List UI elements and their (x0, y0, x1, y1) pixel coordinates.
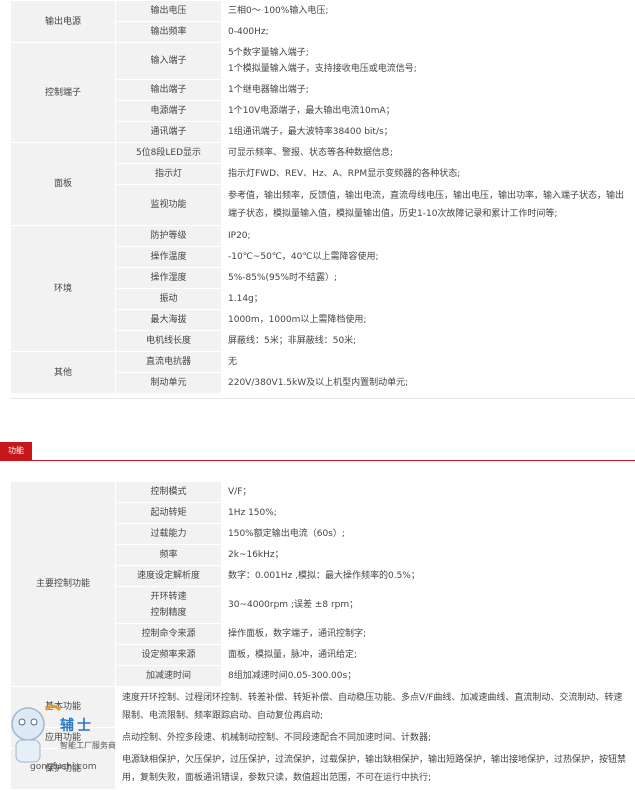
label-line: 开环转速 (150, 592, 187, 602)
param-value: 0-400Hz; (221, 21, 635, 43)
param-value: 1.14g； (221, 288, 635, 310)
category-control-terminals: 控制端子 (10, 42, 116, 143)
param-label: 5位8段LED显示 (115, 142, 222, 164)
param-value: 速度开环控制、过程闭环控制、转差补偿、转矩补偿、自动稳压功能、多点V/F曲线、加… (115, 686, 635, 728)
param-label: 通讯端子 (115, 121, 222, 143)
param-label: 输入端子 (115, 42, 222, 80)
param-value: 1000m，1000m以上需降档使用; (221, 309, 635, 331)
param-value: 8组加减速时间0.05-300.00s； (221, 665, 635, 687)
category-other: 其他 (10, 351, 116, 394)
param-label: 电机线长度 (115, 330, 222, 352)
category-output-power: 输出电源 (10, 0, 116, 43)
param-label: 电源端子 (115, 100, 222, 122)
param-label: 过载能力 (115, 523, 222, 545)
param-value: IP20; (221, 225, 635, 247)
param-value: 操作面板，数字端子，通讯控制字; (221, 623, 635, 645)
param-value: 可显示频率、警报、状态等各种数据信息; (221, 142, 635, 164)
param-value: V/F； (221, 481, 635, 503)
table-row: 环境 防护等级 IP20; (10, 225, 635, 352)
value-line: 1个模拟量输入端子，支持接收电压或电流信号; (228, 64, 417, 74)
param-label: 加减速时间 (115, 665, 222, 687)
param-value: 参考值，输出频率，反馈值，输出电流，直流母线电压，输出电压，输出功率，输入端子状… (221, 184, 635, 226)
table-row: 控制端子 输入端子 5个数字量输入端子; 1个模拟量输入端子，支持接收电压或电流… (10, 42, 635, 143)
param-value: 无 (221, 351, 635, 373)
param-value: 屏蔽线：5米；非屏蔽线：50米; (221, 330, 635, 352)
param-value: 150%额定输出电流（60s）; (221, 523, 635, 545)
param-label: 起动转矩 (115, 502, 222, 524)
param-label: 输出频率 (115, 21, 222, 43)
param-label: 最大海拔 (115, 309, 222, 331)
param-value: 2k~16kHz； (221, 544, 635, 566)
table-row: 其他 直流电抗器 无 (10, 351, 635, 394)
param-label: 指示灯 (115, 163, 222, 185)
category-panel: 面板 (10, 142, 116, 226)
watermark-tagline: 智能工厂服务商 (60, 741, 116, 750)
param-value: 1Hz 150%; (221, 502, 635, 524)
param-value: 1组通讯端子，最大波特率38400 bit/s； (221, 121, 635, 143)
category-main-control: 主要控制功能 (10, 481, 116, 687)
param-value: 1个继电器输出端子; (221, 79, 635, 101)
table-row: 输出电源 输出电压 三相0～ 100%输入电压; (10, 0, 635, 43)
value-line: 5个数字量输入端子; (228, 48, 309, 58)
param-value: 5%-85%(95%时不结露）; (221, 267, 635, 289)
param-label: 振动 (115, 288, 222, 310)
table-row: 面板 5位8段LED显示 可显示频率、警报、状态等各种数据信息; (10, 142, 635, 226)
param-value: 三相0～ 100%输入电压; (221, 0, 635, 22)
param-value: 30~4000rpm ;误差 ±8 rpm； (221, 586, 635, 624)
param-label: 控制命令来源 (115, 623, 222, 645)
param-label: 防护等级 (115, 225, 222, 247)
param-value: -10℃~50℃，40℃以上需降容使用; (221, 246, 635, 268)
param-value: 指示灯FWD、REV、Hz、A、RPM显示变频器的各种状态; (221, 163, 635, 185)
watermark-brand: 辅士 (60, 718, 94, 734)
section-badge: 功能 (0, 442, 32, 460)
watermark-url: gongfushi.com (30, 762, 97, 772)
category-environment: 环境 (10, 225, 116, 352)
param-label: 直流电抗器 (115, 351, 222, 373)
param-value: 电源缺相保护，欠压保护，过压保护，过流保护，过载保护，输出缺相保护，输出短路保护… (115, 748, 635, 790)
table-row: 主要控制功能 控制模式 V/F； (10, 481, 635, 687)
param-label: 制动单元 (115, 372, 222, 394)
param-value: 5个数字量输入端子; 1个模拟量输入端子，支持接收电压或电流信号; (221, 42, 635, 80)
param-value: 220V/380V1.5kW及以上机型内置制动单元; (221, 372, 635, 394)
param-value: 面板，模拟量，脉冲，通讯给定; (221, 644, 635, 666)
param-label: 频率 (115, 544, 222, 566)
param-label: 开环转速 控制精度 (115, 586, 222, 624)
param-label: 输出电压 (115, 0, 222, 22)
param-label: 监视功能 (115, 184, 222, 226)
spec-table: 输出电源 输出电压 三相0～ 100%输入电压; 输出频率 0-400Hz; 控… (10, 0, 635, 394)
param-label: 设定频率来源 (115, 644, 222, 666)
param-value: 1个10V电源端子，最大输出电流10mA； (221, 100, 635, 122)
param-value: 点动控制、外控多段速、机械制动控制、不同段速配合不同加速时间、计数器; (115, 727, 635, 749)
param-value: 数字：0.001Hz ,模拟：最大操作频率的0.5%； (221, 565, 635, 587)
param-label: 操作湿度 (115, 267, 222, 289)
divider (10, 398, 635, 399)
section-divider (0, 460, 635, 461)
param-label: 操作温度 (115, 246, 222, 268)
param-label: 速度设定解析度 (115, 565, 222, 587)
label-line: 控制精度 (150, 608, 187, 618)
param-label: 输出端子 (115, 79, 222, 101)
param-label: 控制模式 (115, 481, 222, 503)
